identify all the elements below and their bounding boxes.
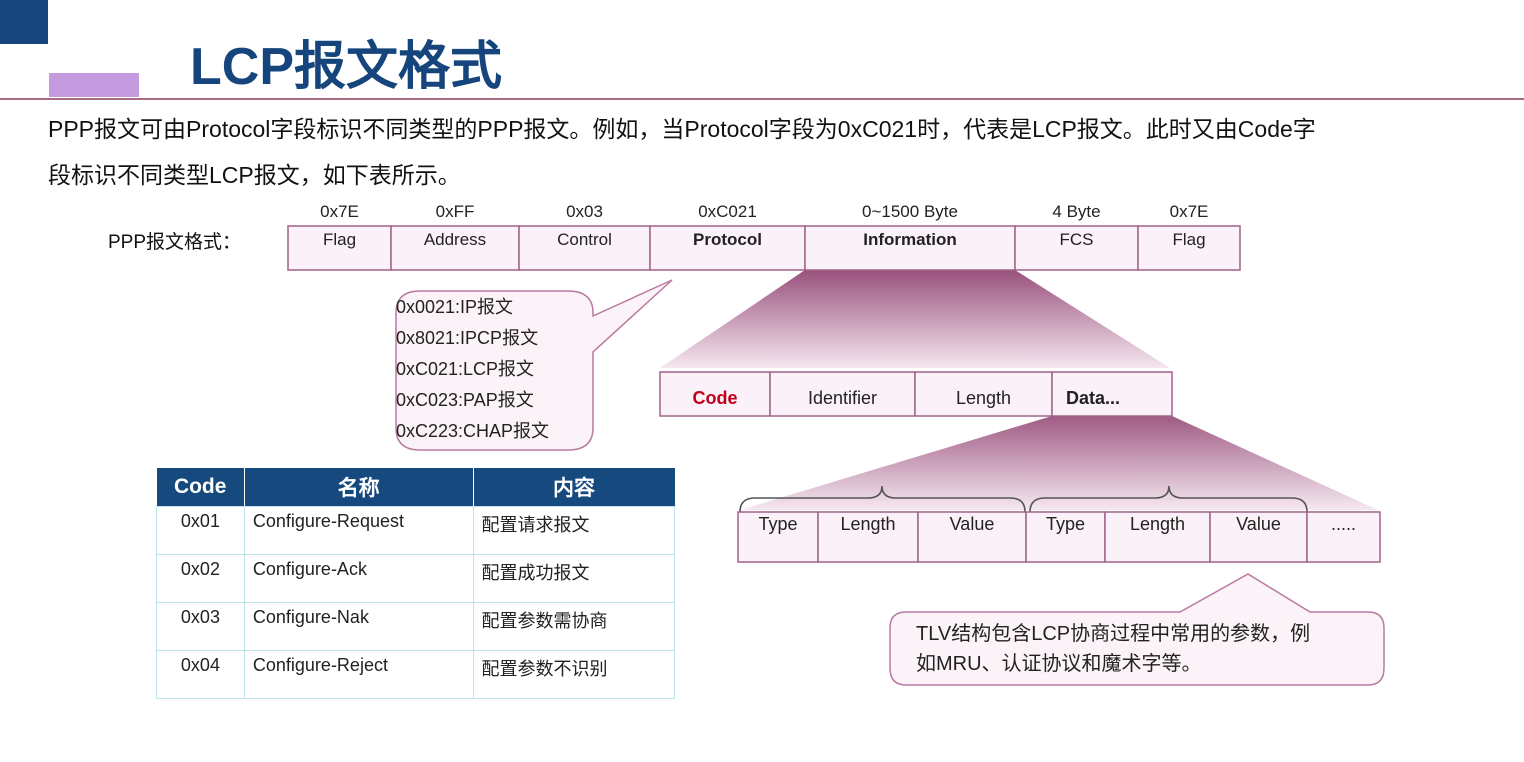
- table-row: 0x04 Configure-Reject 配置参数不识别: [156, 650, 675, 699]
- tlv-field-label: Type: [1046, 514, 1085, 534]
- tlv-callout-text: TLV结构包含LCP协商过程中常用的参数，例 如MRU、认证协议和魔术字等。: [916, 619, 1376, 679]
- ppp-field-value: 0xC021: [698, 202, 757, 221]
- tlv-field-label: Length: [1130, 514, 1185, 534]
- cell-name: Configure-Ack: [243, 554, 474, 603]
- ppp-field-value: 0x7E: [1170, 202, 1209, 221]
- ppp-field-value: 0x03: [566, 202, 603, 221]
- cell-content: 配置参数需协商: [472, 602, 675, 651]
- lcp-code-table: Code 名称 内容 0x01 Configure-Request 配置请求报文…: [156, 468, 675, 699]
- cell-code: 0x04: [156, 650, 245, 699]
- header-name: 名称: [244, 468, 474, 507]
- protocol-entry: 0x0021:IP报文: [396, 297, 514, 317]
- lcp-packet: Code Identifier Length Data...: [659, 371, 1173, 417]
- lcp-field-label: Code: [693, 388, 738, 408]
- tlv-field-label: .....: [1331, 514, 1356, 534]
- tlv-callout-line-1: TLV结构包含LCP协商过程中常用的参数，例: [916, 623, 1311, 645]
- tlv-field-label: Type: [758, 514, 797, 534]
- cell-code: 0x02: [156, 554, 245, 603]
- information-expansion-funnel: [660, 270, 1170, 368]
- cell-content: 配置请求报文: [472, 506, 675, 555]
- ppp-field-value: 0~1500 Byte: [862, 202, 958, 221]
- cell-name: Configure-Request: [243, 506, 474, 555]
- protocol-callout-text: 0x0021:IP报文 0x8021:IPCP报文 0xC021:LCP报文 0…: [396, 292, 549, 447]
- header-content: 内容: [473, 468, 675, 507]
- cell-content: 配置成功报文: [472, 554, 675, 603]
- ppp-field-name: FCS: [1060, 230, 1094, 249]
- tlv-row: Type Length Value Type Length Value.....: [737, 511, 1381, 563]
- header-code: Code: [156, 468, 245, 507]
- ppp-frame: 0x7E Flag 0xFF Address 0x03 Control 0xC021 Prot…: [287, 202, 1241, 271]
- cell-code: 0x01: [156, 506, 245, 555]
- ppp-field-name: Address: [424, 230, 486, 249]
- tlv-field-label: Length: [840, 514, 895, 534]
- ppp-field-name: Control: [557, 230, 612, 249]
- ppp-field-name: Information: [863, 230, 957, 249]
- data-expansion-funnel: [740, 416, 1378, 510]
- lcp-field-label: Data...: [1066, 388, 1120, 408]
- tlv-callout-line-2: 如MRU、认证协议和魔术字等。: [916, 653, 1202, 675]
- protocol-entry: 0x8021:IPCP报文: [396, 328, 539, 348]
- ppp-field-value: 4 Byte: [1052, 202, 1100, 221]
- ppp-field-name: Flag: [323, 230, 356, 249]
- protocol-entry: 0xC021:LCP报文: [396, 359, 535, 379]
- cell-name: Configure-Reject: [243, 650, 474, 699]
- lcp-field-label: Length: [956, 388, 1011, 408]
- protocol-entry: 0xC223:CHAP报文: [396, 421, 550, 441]
- tlv-field-label: Value: [950, 514, 995, 534]
- ppp-frame-label: PPP报文格式：: [108, 231, 241, 253]
- protocol-entry: 0xC023:PAP报文: [396, 390, 534, 410]
- ppp-field-value: 0xFF: [436, 202, 475, 221]
- cell-name: Configure-Nak: [243, 602, 474, 651]
- tlv-field-label: Value: [1236, 514, 1281, 534]
- cell-code: 0x03: [156, 602, 245, 651]
- ppp-field-value: 0x7E: [320, 202, 359, 221]
- table-row: 0x03 Configure-Nak 配置参数需协商: [156, 602, 675, 651]
- table-header-row: Code 名称 内容: [156, 468, 675, 507]
- table-row: 0x01 Configure-Request 配置请求报文: [156, 506, 675, 555]
- ppp-field-name: Protocol: [693, 230, 762, 249]
- table-row: 0x02 Configure-Ack 配置成功报文: [156, 554, 675, 603]
- ppp-field-name: Flag: [1172, 230, 1205, 249]
- cell-content: 配置参数不识别: [472, 650, 675, 699]
- lcp-field-label: Identifier: [808, 388, 877, 408]
